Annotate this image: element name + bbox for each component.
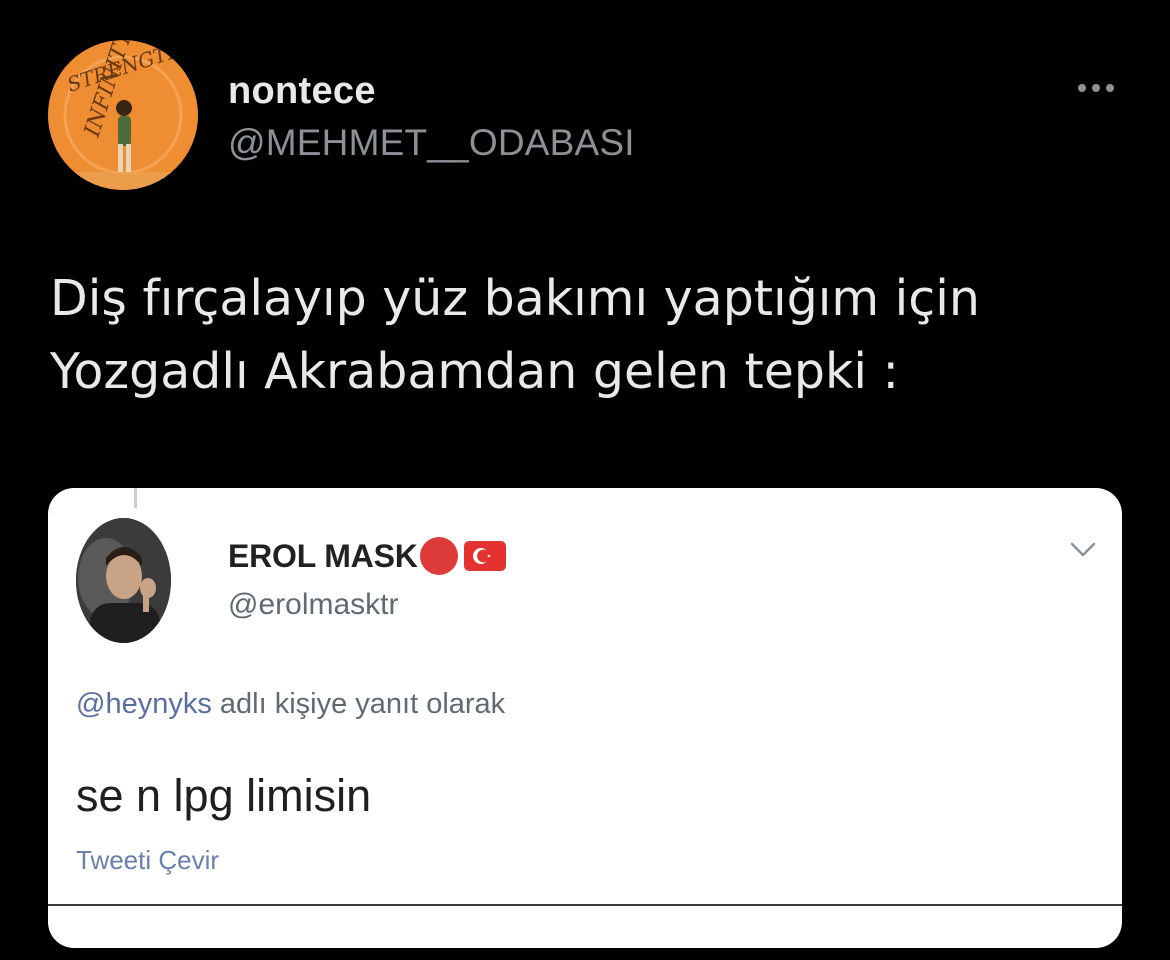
tweet-image[interactable]: EROL MASK @erolmasktr @heynyks adlı kişi… [48, 488, 1122, 948]
author-handle[interactable]: @MEHMET__ODABASI [228, 122, 635, 164]
red-circle-emoji-icon [419, 537, 458, 575]
author-display-name[interactable]: nontece [228, 70, 376, 113]
embedded-author-avatar [76, 518, 171, 643]
profile-photo-avatar-icon [76, 518, 171, 643]
divider [48, 904, 1122, 906]
chevron-down-icon [1068, 538, 1098, 562]
more-horizontal-icon [1092, 84, 1100, 92]
translate-tweet-link: Tweeti Çevir [76, 845, 220, 875]
tweet-text: Diş fırçalayıp yüz bakımı yaptığım için … [50, 262, 1130, 408]
tweet-text-line: Yozgadlı Akrabamdan gelen tepki : [50, 343, 900, 400]
reply-to-handle: @heynyks [76, 688, 212, 720]
tweet-text-line: Diş fırçalayıp yüz bakımı yaptığım için [50, 270, 980, 327]
embedded-tweet-text: se n lpg limisin [76, 770, 372, 821]
orange-album-cover-avatar-icon: STRENGTH INFINITY [48, 40, 198, 190]
embedded-author-handle: @erolmasktr [228, 588, 399, 621]
embedded-author-display-name: EROL MASK [228, 537, 418, 574]
turkey-flag-emoji-icon [463, 541, 506, 571]
more-options-button[interactable] [1066, 70, 1126, 106]
reply-context: @heynyks adlı kişiye yanıt olarak [76, 688, 505, 721]
reply-context-suffix: adlı kişiye yanıt olarak [211, 688, 506, 720]
more-horizontal-icon [1106, 84, 1114, 92]
more-horizontal-icon [1078, 84, 1086, 92]
embedded-author-name-row: EROL MASK [228, 536, 506, 576]
thread-line [134, 488, 137, 508]
author-avatar[interactable]: STRENGTH INFINITY [48, 40, 198, 190]
